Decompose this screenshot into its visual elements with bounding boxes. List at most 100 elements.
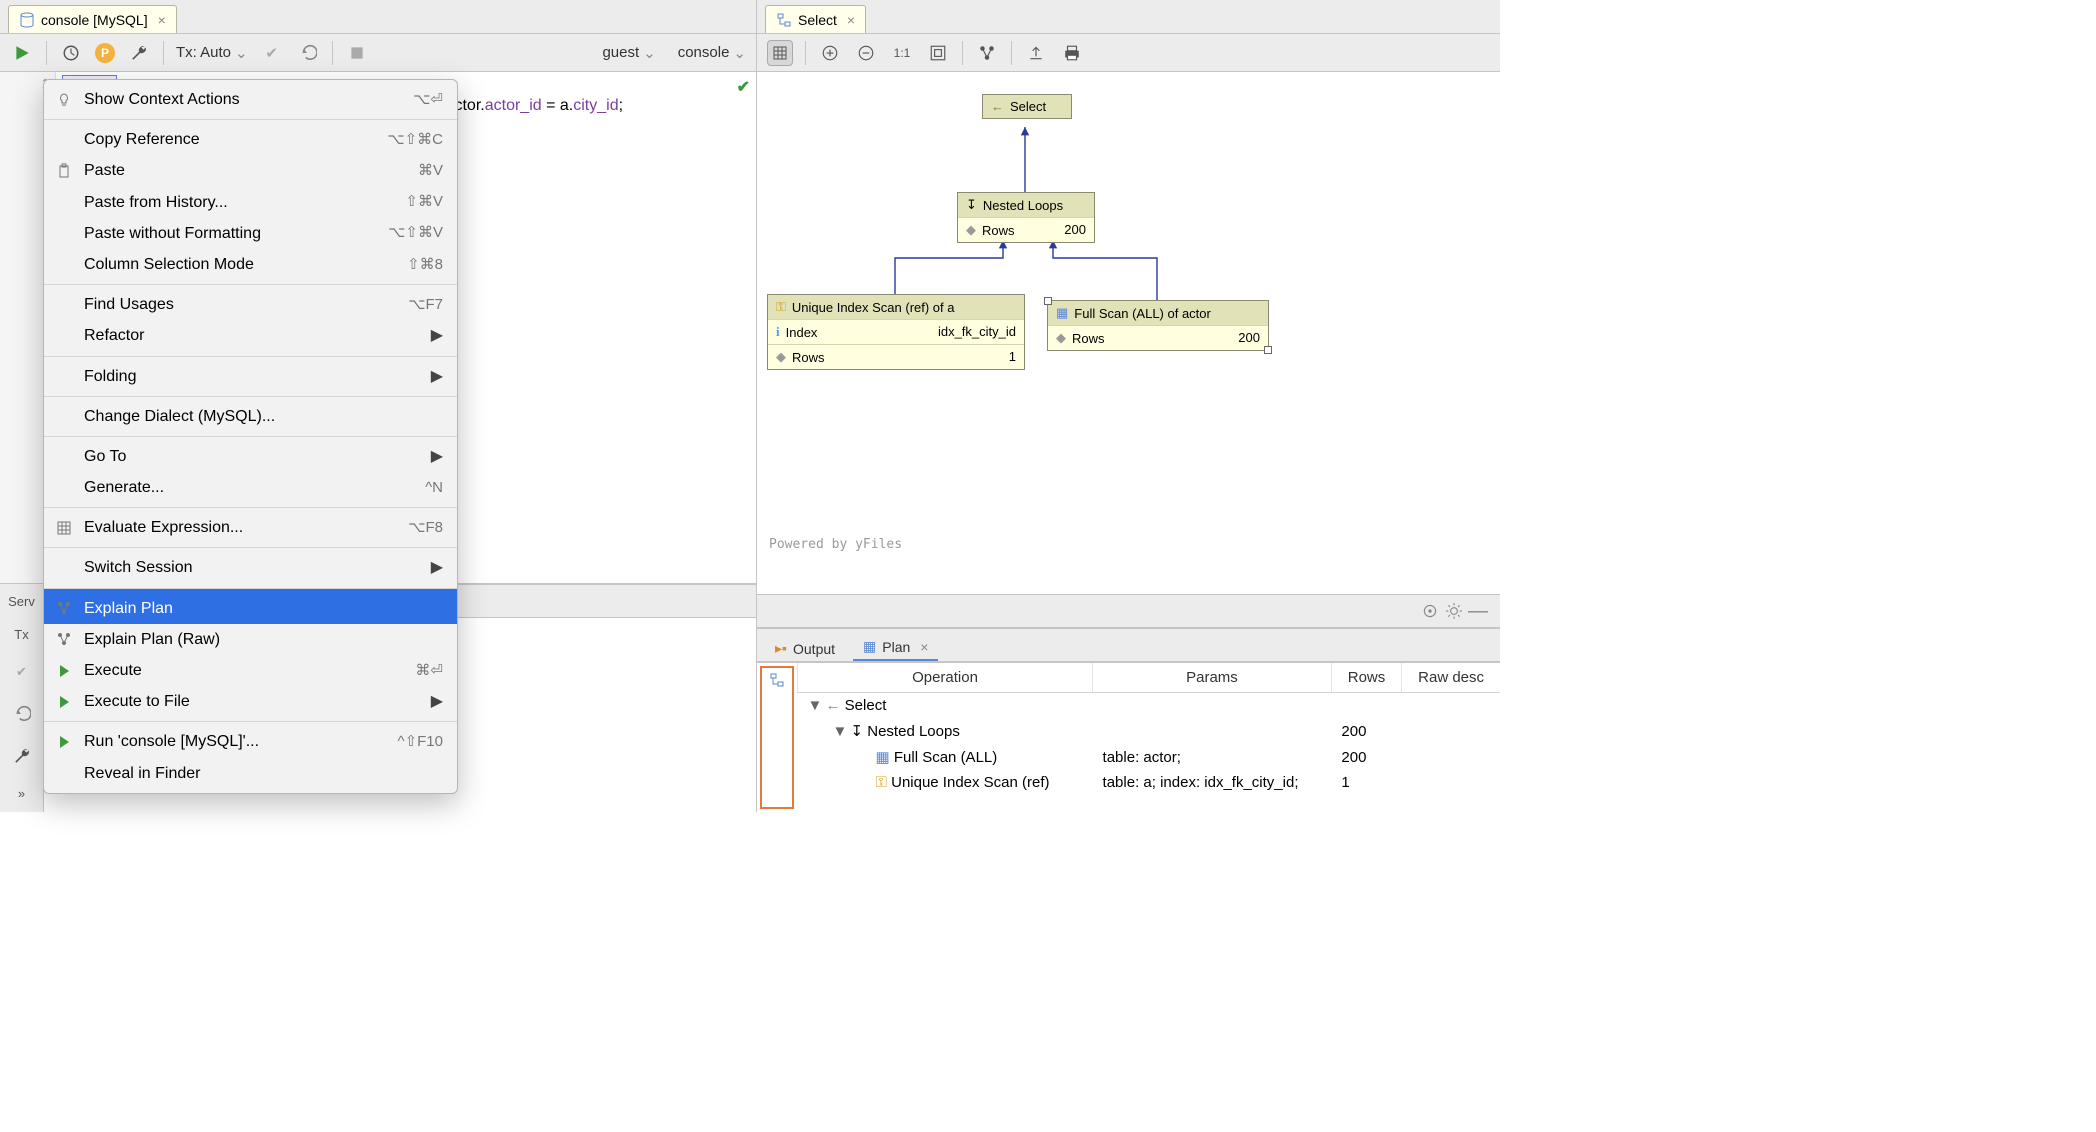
expand-icon[interactable]: » xyxy=(18,786,25,801)
col-operation[interactable]: Operation xyxy=(798,663,1093,693)
menu-item[interactable]: Evaluate Expression...⌥F8 xyxy=(44,507,457,543)
submenu-arrow-icon: ▶ xyxy=(431,690,443,713)
tab-select-label: Select xyxy=(798,12,837,28)
rows-label: Rows xyxy=(792,350,825,365)
divider xyxy=(46,41,47,65)
divider xyxy=(1011,41,1012,65)
menu-item[interactable]: Refactor▶ xyxy=(44,320,457,351)
col-rows[interactable]: Rows xyxy=(1331,663,1401,693)
menu-item[interactable]: Paste without Formatting⌥⇧⌘V xyxy=(44,218,457,249)
history-icon[interactable] xyxy=(59,41,83,65)
services-header-right: — xyxy=(757,594,1500,628)
plan-row[interactable]: ⚿ Unique Index Scan (ref)table: a; index… xyxy=(798,770,1501,795)
menu-item[interactable]: Reveal in Finder xyxy=(44,758,457,789)
stop-button[interactable] xyxy=(345,41,369,65)
context-menu[interactable]: Show Context Actions⌥⏎ Copy Reference⌥⇧⌘C… xyxy=(43,79,458,794)
paused-badge[interactable]: P xyxy=(95,43,115,63)
run-button[interactable] xyxy=(10,41,34,65)
tab-plan-label: Plan xyxy=(882,639,910,655)
menu-item[interactable]: Folding▶ xyxy=(44,356,457,392)
menu-item-label: Execute xyxy=(84,659,405,682)
menu-item[interactable]: Execute ⌘⏎ xyxy=(44,655,457,686)
services-vertical-label[interactable]: Serv xyxy=(8,594,35,609)
commit-icon[interactable]: ✔ xyxy=(260,41,284,65)
rows-label: Rows xyxy=(1072,331,1105,346)
shortcut-label: ^N xyxy=(425,477,443,499)
close-icon[interactable]: × xyxy=(158,12,166,28)
show-diagram-button[interactable] xyxy=(760,666,794,809)
shortcut-label: ⌥⇧⌘V xyxy=(388,222,443,244)
fit-icon[interactable] xyxy=(926,41,950,65)
user-selector[interactable]: guest ⌄ xyxy=(602,44,655,62)
tab-select[interactable]: Select × xyxy=(765,5,866,33)
layout-icon[interactable] xyxy=(975,41,999,65)
wrench-icon[interactable] xyxy=(127,41,151,65)
rollback-icon[interactable] xyxy=(296,41,320,65)
menu-item[interactable]: Run 'console [MySQL]'...^⇧F10 xyxy=(44,721,457,757)
zoom-actual-icon[interactable]: 1:1 xyxy=(890,41,914,65)
close-icon[interactable]: × xyxy=(847,12,855,28)
plan-table[interactable]: Operation Params Rows Raw desc ▼← Select… xyxy=(797,663,1500,812)
menu-item[interactable]: Switch Session▶ xyxy=(44,547,457,583)
diagram-toolbar: 1:1 xyxy=(757,34,1500,72)
tx-mode-selector[interactable]: Tx: Auto ⌄ xyxy=(176,44,248,62)
grid-icon: ▦ xyxy=(1056,305,1068,321)
gear-icon[interactable] xyxy=(1442,599,1466,623)
tok-eq: = a xyxy=(542,97,569,114)
print-icon[interactable] xyxy=(1060,41,1084,65)
menu-item-label: Execute to File xyxy=(84,690,421,713)
explain-diagram[interactable]: ←Select ↧Nested Loops ◆Rows200 ⚿Unique I… xyxy=(757,72,1500,594)
key-icon: ⚿ xyxy=(776,299,786,315)
export-icon[interactable] xyxy=(1024,41,1048,65)
col-params[interactable]: Params xyxy=(1093,663,1332,693)
grid-view-button[interactable] xyxy=(767,40,793,66)
zoom-out-icon[interactable] xyxy=(854,41,878,65)
tab-console[interactable]: console [MySQL] × xyxy=(8,5,177,33)
shortcut-label: ⌘⏎ xyxy=(415,660,443,682)
menu-item[interactable]: Find Usages⌥F7 xyxy=(44,284,457,320)
menu-item[interactable]: Paste from History...⇧⌘V xyxy=(44,187,457,218)
diagram-icon xyxy=(769,672,785,688)
minimize-icon[interactable]: — xyxy=(1466,599,1490,623)
menu-item[interactable]: Go To▶ xyxy=(44,436,457,472)
plan-row[interactable]: ▼← Select xyxy=(798,693,1501,719)
shortcut-label: ⌥F7 xyxy=(408,294,443,316)
menu-item[interactable]: Show Context Actions⌥⏎ xyxy=(44,84,457,115)
menu-item[interactable]: Copy Reference⌥⇧⌘C xyxy=(44,119,457,155)
node-unique-index-scan[interactable]: ⚿Unique Index Scan (ref) of a iIndexidx_… xyxy=(767,294,1025,370)
commit-icon[interactable]: ✔ xyxy=(10,660,34,684)
chevron-down-icon: ⌄ xyxy=(235,44,248,62)
close-icon[interactable]: × xyxy=(920,639,928,655)
menu-item[interactable]: Generate... ^N xyxy=(44,472,457,503)
wrench-icon[interactable] xyxy=(10,744,34,768)
index-value: idx_fk_city_id xyxy=(938,324,1016,340)
node-full-scan[interactable]: ▦Full Scan (ALL) of actor ◆Rows200 xyxy=(1047,300,1269,351)
zoom-in-icon[interactable] xyxy=(818,41,842,65)
submenu-arrow-icon: ▶ xyxy=(431,324,443,347)
divider xyxy=(332,41,333,65)
menu-item[interactable]: Explain Plan xyxy=(44,588,457,624)
plan-row[interactable]: ▦ Full Scan (ALL)table: actor;200 xyxy=(798,744,1501,770)
target-selector[interactable]: console ⌄ xyxy=(678,44,746,62)
database-icon xyxy=(19,12,35,28)
tab-plan[interactable]: ▦ Plan × xyxy=(853,632,938,661)
menu-item[interactable]: Column Selection Mode⇧⌘8 xyxy=(44,249,457,280)
target-label: console xyxy=(678,44,730,61)
menu-item[interactable]: Explain Plan (Raw) xyxy=(44,624,457,655)
plan-row[interactable]: ▼↧ Nested Loops200 xyxy=(798,718,1501,744)
menu-item-label: Paste xyxy=(84,159,408,182)
right-pane: Select × 1:1 ←Selec xyxy=(757,0,1500,812)
rollback-icon[interactable] xyxy=(10,702,34,726)
node-select-label: Select xyxy=(1010,99,1046,114)
node-nested-loops[interactable]: ↧Nested Loops ◆Rows200 xyxy=(957,192,1095,243)
menu-item[interactable]: Paste⌘V xyxy=(44,155,457,186)
tab-output[interactable]: ▸▪ Output xyxy=(765,634,845,661)
target-icon[interactable] xyxy=(1418,599,1442,623)
menu-item-label: Generate... xyxy=(84,476,415,499)
menu-item[interactable]: Execute to File ▶ xyxy=(44,686,457,717)
node-select[interactable]: ←Select xyxy=(982,94,1072,119)
shortcut-label: ⌥⇧⌘C xyxy=(387,129,443,151)
menu-item[interactable]: Change Dialect (MySQL)... xyxy=(44,396,457,432)
menu-item-label: Run 'console [MySQL]'... xyxy=(84,730,388,753)
col-raw[interactable]: Raw desc xyxy=(1402,663,1500,693)
